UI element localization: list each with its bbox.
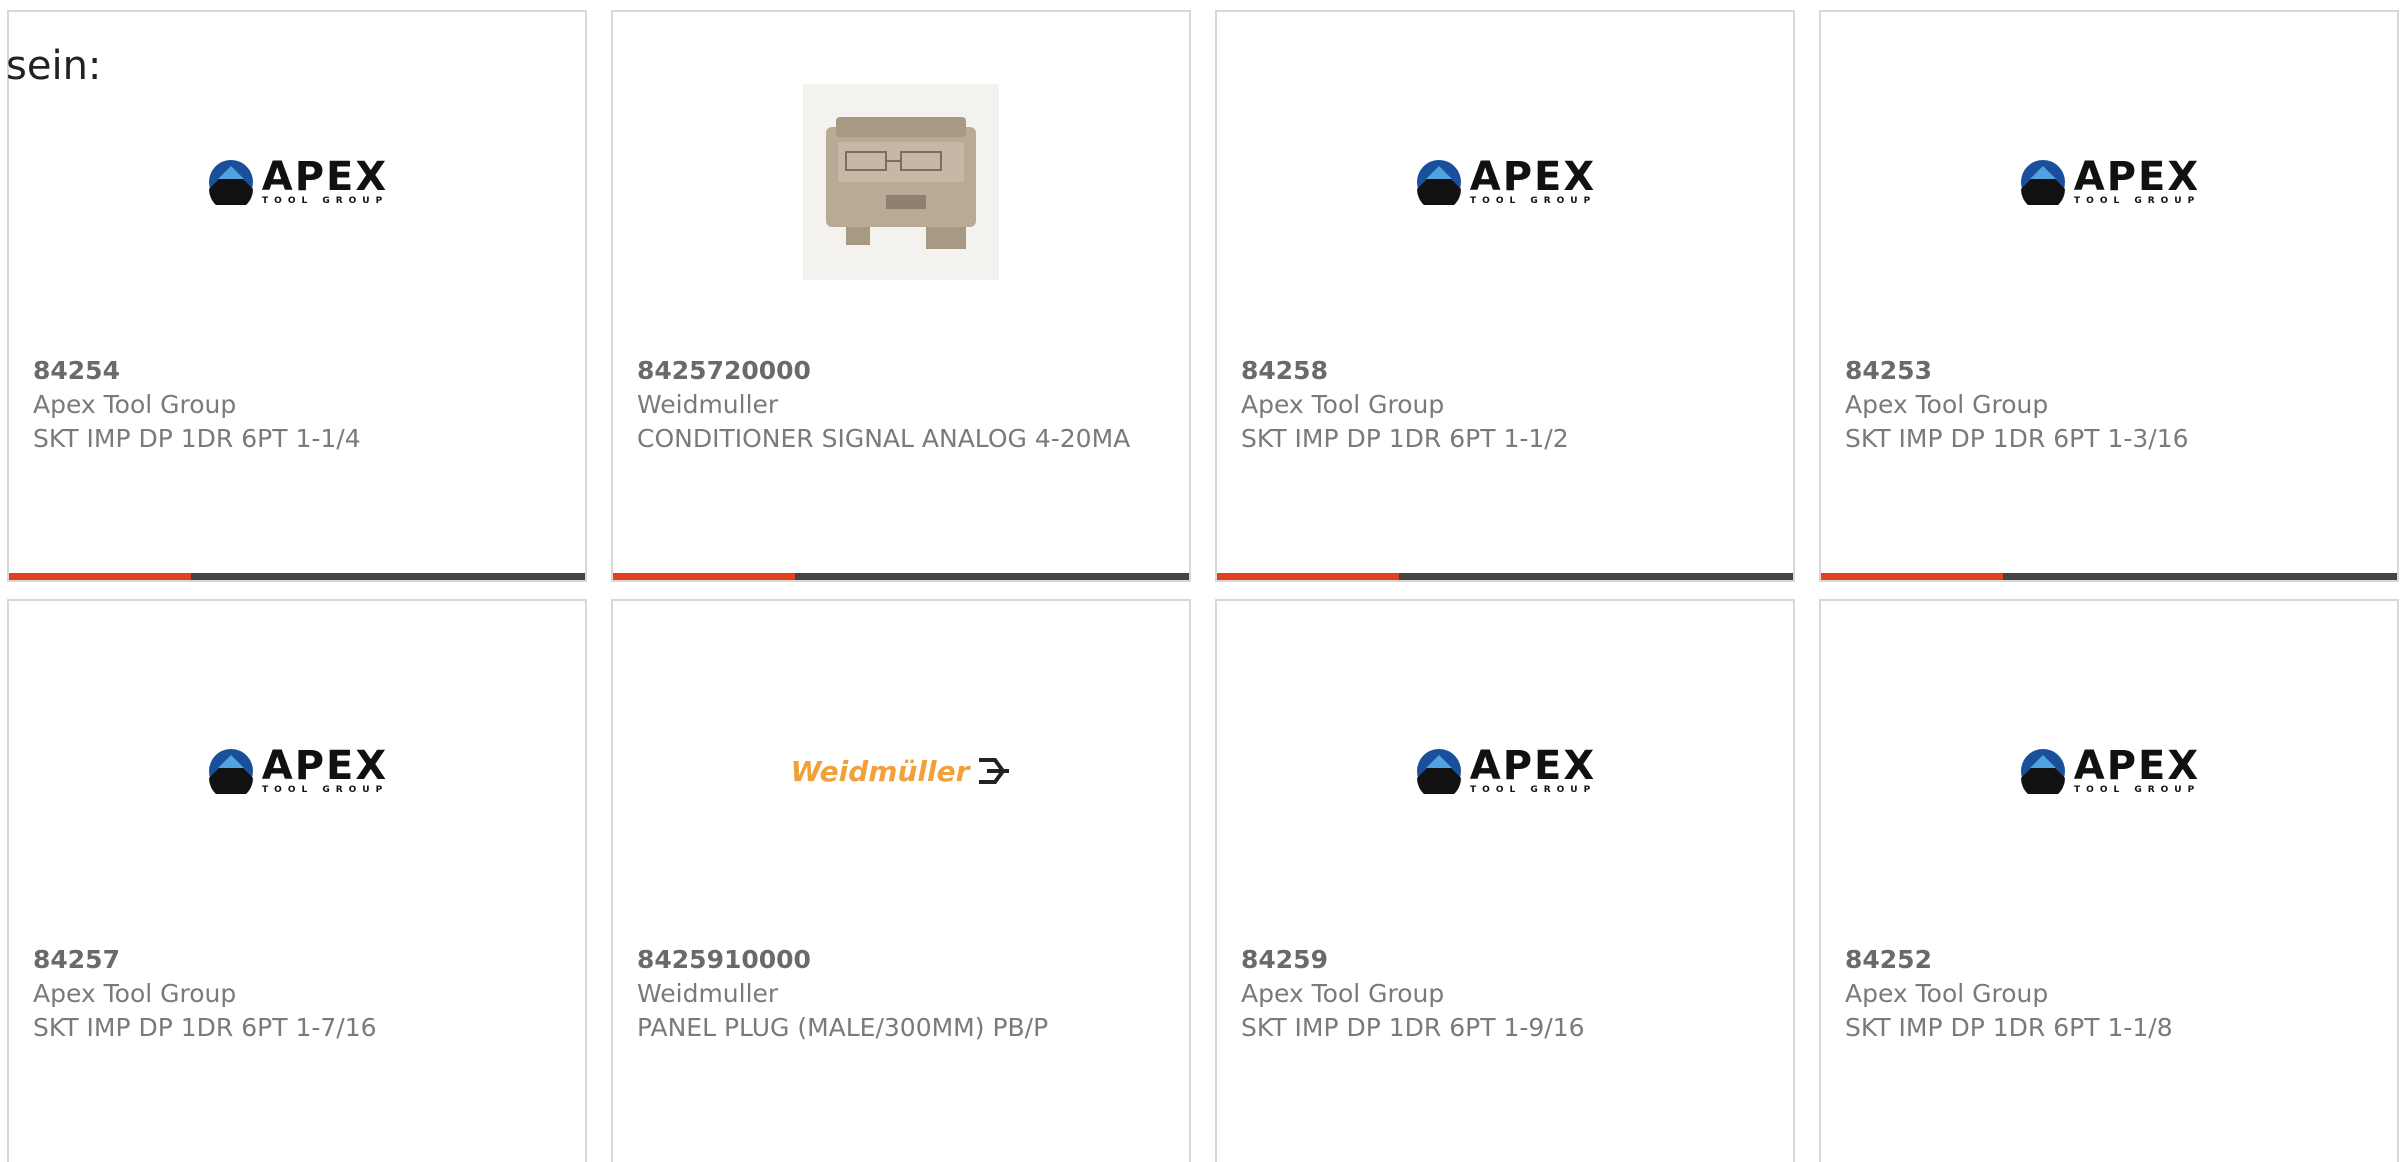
manufacturer: Apex Tool Group: [33, 390, 237, 419]
manufacturer: Apex Tool Group: [1241, 390, 1445, 419]
card-bar-accent: [1217, 573, 1399, 580]
manufacturer: Apex Tool Group: [33, 979, 237, 1008]
description: SKT IMP DP 1DR 6PT 1-1/4: [33, 424, 361, 453]
product-card[interactable]: APEX TOOL GROUP 84258 Apex Tool Group SK…: [1215, 10, 1795, 582]
part-number[interactable]: 8425720000: [637, 354, 1165, 388]
manufacturer: Weidmuller: [637, 979, 779, 1008]
part-number[interactable]: 84253: [1845, 354, 2373, 388]
product-card[interactable]: Weidmüller 8425910000 Weidmuller PANEL P…: [611, 599, 1191, 1162]
description: SKT IMP DP 1DR 6PT 1-7/16: [33, 1013, 377, 1042]
manufacturer: Weidmuller: [637, 390, 779, 419]
product-image[interactable]: APEX TOOL GROUP: [9, 601, 585, 941]
description: SKT IMP DP 1DR 6PT 1-1/2: [1241, 424, 1569, 453]
apex-logo-icon: [208, 160, 253, 205]
weidmuller-mark-icon: [979, 758, 1010, 784]
product-card[interactable]: 8425720000 Weidmuller CONDITIONER SIGNAL…: [611, 10, 1191, 582]
product-image[interactable]: [613, 12, 1189, 352]
product-card[interactable]: APEX TOOL GROUP 84253 Apex Tool Group SK…: [1819, 10, 2399, 582]
product-card[interactable]: APEX TOOL GROUP 84259 Apex Tool Group SK…: [1215, 599, 1795, 1162]
apex-tool-group-logo: APEX TOOL GROUP: [1414, 157, 1596, 206]
part-number[interactable]: 84254: [33, 354, 561, 388]
description: SKT IMP DP 1DR 6PT 1-3/16: [1845, 424, 2189, 453]
product-image[interactable]: APEX TOOL GROUP: [1821, 601, 2397, 941]
manufacturer: Apex Tool Group: [1241, 979, 1445, 1008]
apex-logo-icon: [1416, 160, 1461, 205]
card-bar-accent: [1821, 573, 2003, 580]
part-number[interactable]: 84258: [1241, 354, 1769, 388]
weidmuller-logo: Weidmüller: [791, 755, 1012, 788]
apex-tool-group-logo: APEX TOOL GROUP: [2018, 746, 2200, 795]
product-image[interactable]: APEX TOOL GROUP: [1217, 601, 1793, 941]
manufacturer: Apex Tool Group: [1845, 979, 2049, 1008]
apex-tool-group-logo: APEX TOOL GROUP: [206, 746, 388, 795]
apex-logo-icon: [2020, 749, 2065, 794]
product-grid-page: sein: APEX TOOL GROUP 84254 Apex Tool Gr…: [0, 0, 2400, 1162]
card-bar: [1821, 573, 2397, 580]
product-image[interactable]: APEX TOOL GROUP: [1217, 12, 1793, 352]
apex-tool-group-logo: APEX TOOL GROUP: [206, 157, 388, 206]
signal-conditioner-photo: [803, 84, 999, 280]
part-number[interactable]: 8425910000: [637, 943, 1165, 977]
section-heading: sein:: [6, 43, 102, 89]
product-card[interactable]: APEX TOOL GROUP 84257 Apex Tool Group SK…: [7, 599, 587, 1162]
product-card[interactable]: APEX TOOL GROUP 84254 Apex Tool Group SK…: [7, 10, 587, 582]
apex-logo-icon: [2020, 160, 2065, 205]
part-number[interactable]: 84259: [1241, 943, 1769, 977]
card-bar-accent: [613, 573, 795, 580]
manufacturer: Apex Tool Group: [1845, 390, 2049, 419]
apex-logo-icon: [1416, 749, 1461, 794]
card-bar: [613, 573, 1189, 580]
apex-tool-group-logo: APEX TOOL GROUP: [2018, 157, 2200, 206]
description: PANEL PLUG (MALE/300MM) PB/P: [637, 1013, 1049, 1042]
apex-tool-group-logo: APEX TOOL GROUP: [1414, 746, 1596, 795]
part-number[interactable]: 84257: [33, 943, 561, 977]
description: SKT IMP DP 1DR 6PT 1-9/16: [1241, 1013, 1585, 1042]
signal-conditioner-icon: [826, 117, 976, 249]
card-bar: [9, 573, 585, 580]
card-bar-accent: [9, 573, 191, 580]
product-image[interactable]: APEX TOOL GROUP: [1821, 12, 2397, 352]
product-image[interactable]: Weidmüller: [613, 601, 1189, 941]
part-number[interactable]: 84252: [1845, 943, 2373, 977]
description: CONDITIONER SIGNAL ANALOG 4-20MA: [637, 424, 1131, 453]
description: SKT IMP DP 1DR 6PT 1-1/8: [1845, 1013, 2173, 1042]
card-bar: [1217, 573, 1793, 580]
apex-logo-icon: [208, 749, 253, 794]
product-card[interactable]: APEX TOOL GROUP 84252 Apex Tool Group SK…: [1819, 599, 2399, 1162]
